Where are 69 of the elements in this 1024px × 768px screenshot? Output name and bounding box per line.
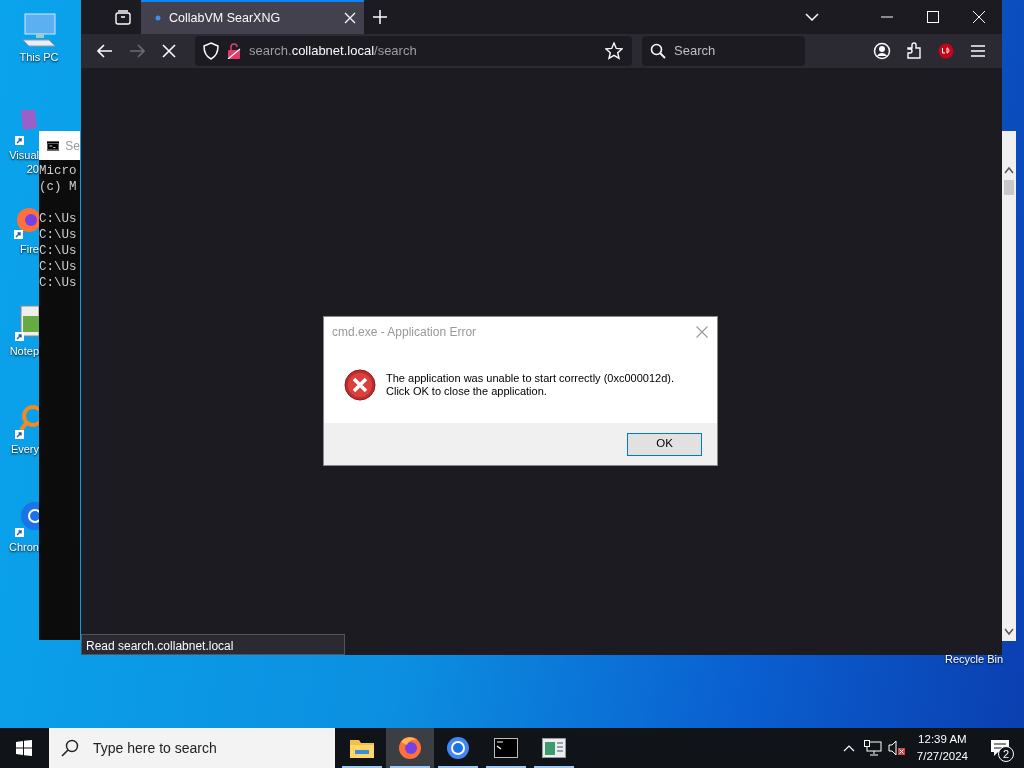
icon-label: Every: [10, 442, 39, 456]
console-line: C:\Us: [39, 227, 78, 243]
notepad-shortcut-icon: [13, 304, 39, 344]
close-icon: [344, 12, 356, 24]
search-icon: [650, 43, 666, 59]
console-line: C:\Us: [39, 275, 78, 291]
dialog-title: cmd.exe - Application Error: [332, 324, 477, 341]
account-icon: [873, 42, 891, 60]
icon-label: 20: [26, 162, 39, 176]
console-line: Micro: [39, 163, 78, 179]
icon-label: Visual: [9, 148, 39, 162]
url-text: search.collabnet.local/search: [249, 42, 417, 61]
address-bar[interactable]: search.collabnet.local/search: [195, 36, 632, 66]
star-icon: [605, 42, 623, 60]
windows-logo-icon: [16, 740, 32, 756]
menu-icon: [970, 44, 986, 58]
icon-label: This PC: [19, 50, 59, 64]
console-line: C:\Us: [39, 211, 78, 227]
close-icon: [973, 11, 985, 23]
app-window-icon: [542, 738, 566, 758]
speaker-icon: [887, 740, 906, 756]
broken-lock-icon: [227, 43, 241, 59]
taskbar-search-field[interactable]: Type here to search: [91, 736, 321, 760]
search-field[interactable]: Search: [672, 40, 792, 62]
shield-icon: [203, 42, 219, 60]
error-message: The application was unable to start correctly (0xc000012d).: [386, 372, 674, 385]
plus-icon: [373, 10, 387, 24]
icon-label: Fire: [20, 242, 39, 256]
console-line: C:\Us: [39, 243, 78, 259]
taskbar-app-button[interactable]: [386, 728, 434, 768]
icon-label: Notep: [9, 344, 39, 358]
browser-icon: [446, 736, 470, 760]
console-line: C:\Us: [39, 259, 78, 275]
notification-count: 2: [998, 746, 1014, 762]
loading-icon: [155, 15, 161, 21]
close-button[interactable]: [695, 325, 709, 339]
search-bar[interactable]: Search: [642, 36, 805, 66]
console-icon: [47, 139, 60, 152]
tabs-icon: [114, 9, 132, 25]
network-icon: [863, 740, 882, 756]
minimize-icon: [881, 16, 893, 18]
maximize-icon: [927, 11, 939, 23]
stop-icon: [162, 44, 176, 58]
chevron-down-icon: [805, 13, 819, 21]
icon-label: Recycle Bin: [945, 652, 1004, 666]
console-line: (c) M: [39, 179, 78, 195]
close-tab-button[interactable]: [344, 12, 356, 24]
status-text: Read search.collabnet.local: [81, 634, 345, 655]
app-shortcut-icon: [13, 108, 39, 148]
search-icon: [61, 739, 79, 757]
console-icon: [494, 738, 518, 758]
folder-icon: [349, 737, 375, 759]
error-message: Click OK to close the application.: [386, 385, 548, 398]
ok-button[interactable]: OK: [627, 432, 702, 456]
puzzle-icon: [905, 42, 923, 60]
search-shortcut-icon: [13, 402, 39, 442]
browser-tab[interactable]: CollabVM SearXNG: [141, 0, 364, 34]
close-icon: [696, 326, 708, 338]
back-arrow-icon: [97, 44, 113, 58]
browser-shortcut-icon: [13, 206, 39, 242]
icon-label: Chron: [9, 540, 39, 554]
clock[interactable]: 12:39 AM 7/27/2024: [908, 728, 976, 768]
browser-icon: [398, 736, 422, 760]
chevron-up-icon: [842, 744, 855, 752]
taskbar-search-box[interactable]: Type here to search: [49, 728, 335, 768]
forward-arrow-icon: [129, 44, 145, 58]
window-title: Se: [65, 137, 80, 155]
error-icon: [344, 369, 376, 401]
notifications-button[interactable]: 2: [976, 728, 1024, 768]
